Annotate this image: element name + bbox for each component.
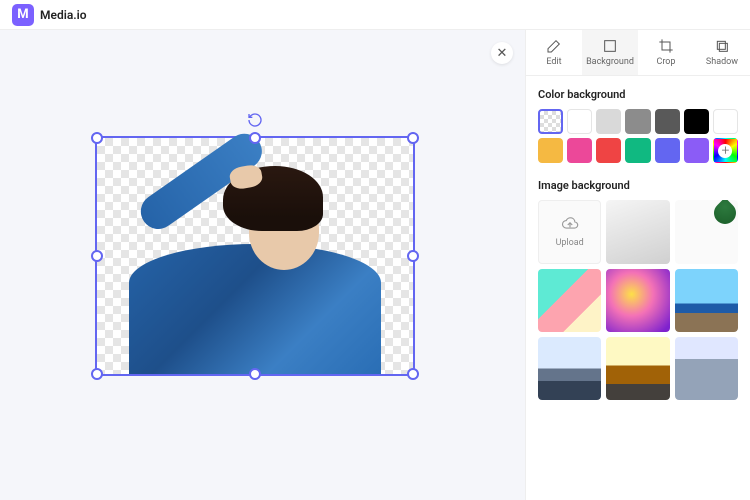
swatch-teal[interactable] — [625, 138, 650, 163]
canvas-area: ✕ — [0, 30, 525, 500]
swatch-red[interactable] — [596, 138, 621, 163]
swatch-transparent[interactable] — [538, 109, 563, 134]
background-panel: Color background Image background — [526, 76, 750, 412]
brand-logo: M — [12, 4, 34, 26]
cloud-upload-icon — [561, 216, 579, 234]
brush-icon — [546, 38, 562, 54]
shadow-icon — [714, 38, 730, 54]
right-sidebar: Edit Background Crop Shadow Color backgr… — [525, 30, 750, 500]
square-icon — [602, 38, 618, 54]
resize-handle-top-right[interactable] — [407, 132, 419, 144]
bg-preset-street[interactable] — [675, 337, 738, 400]
subject-image — [97, 138, 413, 374]
color-picker-button[interactable] — [713, 138, 738, 163]
workspace: ✕ Edit — [0, 30, 750, 500]
upload-background-button[interactable]: Upload — [538, 200, 601, 263]
swatch-blue[interactable] — [655, 138, 680, 163]
tab-label: Edit — [546, 57, 561, 67]
color-swatch-grid — [538, 109, 738, 163]
tab-label: Crop — [656, 57, 675, 67]
brand-name: Media.io — [40, 8, 87, 22]
swatch-light-gray[interactable] — [596, 109, 621, 134]
upload-label: Upload — [556, 238, 584, 248]
resize-handle-bottom-left[interactable] — [91, 368, 103, 380]
image-selection-frame[interactable] — [95, 136, 415, 376]
image-section-title: Image background — [538, 179, 738, 192]
tab-crop[interactable]: Crop — [638, 30, 694, 75]
crop-icon — [658, 38, 674, 54]
resize-handle-top-left[interactable] — [91, 132, 103, 144]
swatch-black[interactable] — [684, 109, 709, 134]
bg-preset-pastel-stripes[interactable] — [538, 269, 601, 332]
resize-handle-top-middle[interactable] — [249, 132, 261, 144]
resize-handle-middle-left[interactable] — [91, 250, 103, 262]
tab-background[interactable]: Background — [582, 30, 638, 75]
tool-tabs: Edit Background Crop Shadow — [526, 30, 750, 76]
swatch-yellow[interactable] — [538, 138, 563, 163]
rotate-handle[interactable] — [247, 112, 263, 128]
app-header: M Media.io — [0, 0, 750, 30]
image-background-grid: Upload — [538, 200, 738, 400]
swatch-purple[interactable] — [684, 138, 709, 163]
tab-label: Background — [586, 57, 634, 67]
swatch-white-2[interactable] — [713, 109, 738, 134]
color-section-title: Color background — [538, 88, 738, 101]
swatch-pink[interactable] — [567, 138, 592, 163]
bg-preset-coast[interactable] — [675, 269, 738, 332]
close-button[interactable]: ✕ — [491, 42, 513, 64]
swatch-gray[interactable] — [625, 109, 650, 134]
bg-preset-sunset-road[interactable] — [606, 337, 669, 400]
tab-edit[interactable]: Edit — [526, 30, 582, 75]
resize-handle-bottom-right[interactable] — [407, 368, 419, 380]
resize-handle-bottom-middle[interactable] — [249, 368, 261, 380]
swatch-white[interactable] — [567, 109, 592, 134]
bg-preset-leaves[interactable] — [675, 200, 738, 263]
tab-label: Shadow — [706, 57, 738, 67]
swatch-dark-gray[interactable] — [655, 109, 680, 134]
bg-preset-bokeh[interactable] — [606, 269, 669, 332]
bg-preset-gradient-gray[interactable] — [606, 200, 669, 263]
tab-shadow[interactable]: Shadow — [694, 30, 750, 75]
bg-preset-mountains[interactable] — [538, 337, 601, 400]
resize-handle-middle-right[interactable] — [407, 250, 419, 262]
